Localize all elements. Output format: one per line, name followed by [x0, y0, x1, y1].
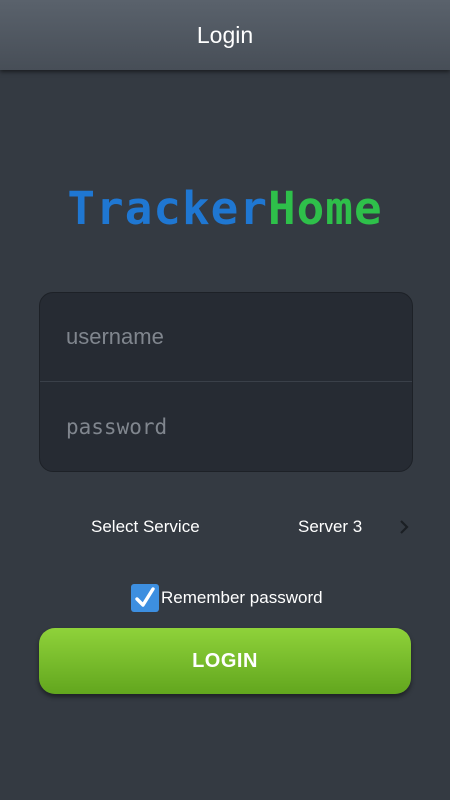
- logo-text-home: Home: [267, 182, 383, 235]
- app-header: Login: [0, 0, 450, 70]
- service-label: Select Service: [91, 517, 200, 536]
- remember-password-row[interactable]: Remember password: [131, 583, 323, 613]
- logo-text-tracker: Tracker: [67, 182, 268, 235]
- login-button-label: LOGIN: [192, 649, 258, 672]
- select-service-row[interactable]: Select Service Server 3: [0, 505, 450, 551]
- app-logo: TrackerHome: [0, 183, 450, 235]
- username-field-container: [40, 293, 412, 382]
- page-title: Login: [196, 21, 254, 48]
- login-button[interactable]: LOGIN: [39, 628, 411, 694]
- password-input[interactable]: [66, 414, 386, 439]
- chevron-right-icon: [400, 520, 409, 534]
- remember-password-checkbox[interactable]: [131, 584, 159, 612]
- check-icon: [135, 587, 155, 607]
- username-input[interactable]: [66, 324, 386, 350]
- login-form: [39, 292, 413, 472]
- password-field-container: [40, 382, 412, 471]
- service-value: Server 3: [298, 517, 363, 536]
- remember-password-label: Remember password: [161, 588, 323, 607]
